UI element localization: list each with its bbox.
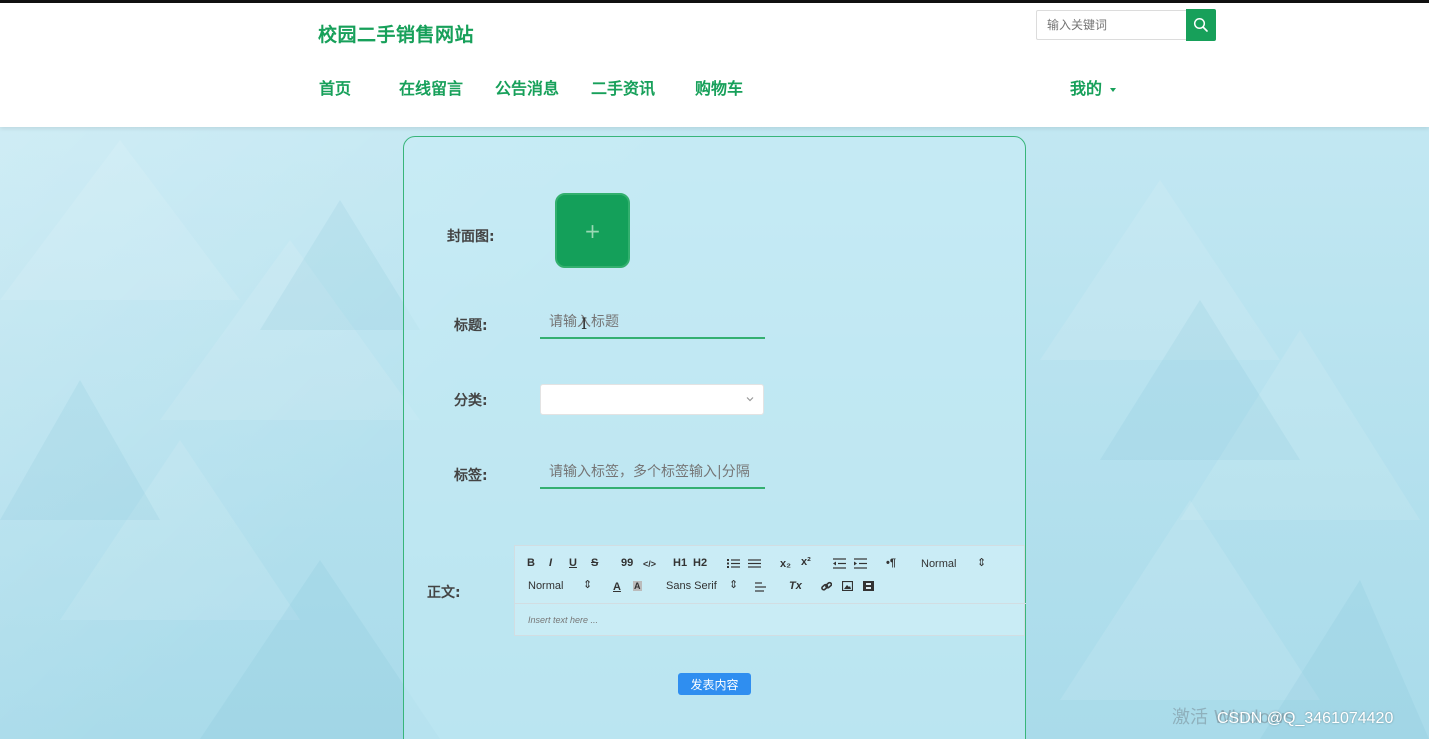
video-icon[interactable] xyxy=(863,581,874,591)
site-title[interactable]: 校园二手销售网站 xyxy=(318,20,474,47)
search-input[interactable] xyxy=(1036,10,1187,40)
tags-input[interactable] xyxy=(540,457,765,489)
text-direction-icon[interactable]: •¶ xyxy=(886,557,896,569)
code-block-button[interactable]: </> xyxy=(643,559,656,569)
nav-cart[interactable]: 购物车 xyxy=(695,75,743,99)
search-icon xyxy=(1193,17,1208,32)
header-select-arrows-icon: ⇕ xyxy=(977,557,987,569)
image-icon[interactable] xyxy=(842,581,853,591)
link-icon[interactable] xyxy=(821,581,832,592)
size-select[interactable]: Normal xyxy=(528,580,563,592)
size-select-arrows-icon: ⇕ xyxy=(583,579,593,591)
indent-icon[interactable] xyxy=(854,558,867,569)
clear-format-button[interactable]: Tx xyxy=(789,580,802,592)
cover-upload-button[interactable]: + xyxy=(555,193,630,268)
rich-text-editor: B I U S 99 </> H1 H2 x₂ x² •¶ Normal ⇕ N… xyxy=(514,545,1026,636)
site-header: 校园二手销售网站 首页 在线留言 公告消息 二手资讯 购物车 我的 xyxy=(0,3,1429,127)
plus-icon: + xyxy=(584,218,601,243)
nav-home[interactable]: 首页 xyxy=(319,75,351,99)
header-select[interactable]: Normal xyxy=(921,558,956,570)
ordered-list-icon[interactable] xyxy=(727,558,740,569)
tags-label: 标签: xyxy=(454,468,488,484)
bold-button[interactable]: B xyxy=(527,557,535,569)
title-input[interactable] xyxy=(540,307,765,339)
strike-button[interactable]: S xyxy=(591,557,598,569)
nav-news[interactable]: 二手资讯 xyxy=(591,75,655,99)
user-menu-label: 我的 xyxy=(1070,79,1103,98)
align-icon[interactable] xyxy=(755,582,766,592)
chevron-down-icon xyxy=(746,397,754,402)
font-select[interactable]: Sans Serif xyxy=(666,580,717,592)
body-label: 正文: xyxy=(427,585,461,601)
submit-button[interactable]: 发表内容 xyxy=(678,673,751,695)
blockquote-button[interactable]: 99 xyxy=(621,557,633,569)
text-cursor-icon: I xyxy=(581,314,588,333)
outdent-icon[interactable] xyxy=(833,558,846,569)
italic-button[interactable]: I xyxy=(549,557,552,569)
csdn-watermark: CSDN @Q_3461074420 xyxy=(1217,710,1394,727)
title-label: 标题: xyxy=(454,318,488,334)
nav-messages[interactable]: 在线留言 xyxy=(399,75,463,99)
editor-toolbar: B I U S 99 </> H1 H2 x₂ x² •¶ Normal ⇕ N… xyxy=(515,546,1026,604)
user-menu[interactable]: 我的 xyxy=(1070,75,1117,99)
bullet-list-icon[interactable] xyxy=(748,558,761,569)
subscript-button[interactable]: x₂ xyxy=(780,558,791,570)
category-select[interactable] xyxy=(540,384,764,415)
post-form-card xyxy=(403,136,1026,739)
font-select-arrows-icon: ⇕ xyxy=(729,579,739,591)
nav-announcements[interactable]: 公告消息 xyxy=(495,75,559,99)
search-button[interactable] xyxy=(1186,9,1216,41)
header2-button[interactable]: H2 xyxy=(693,557,707,569)
editor-content[interactable]: Insert text here ... xyxy=(528,615,598,625)
underline-button[interactable]: U xyxy=(569,557,577,569)
caret-down-icon xyxy=(1110,87,1117,92)
font-color-button[interactable]: A xyxy=(613,581,621,593)
background-color-button[interactable]: A xyxy=(633,581,642,591)
superscript-button[interactable]: x² xyxy=(801,556,811,568)
header1-button[interactable]: H1 xyxy=(673,557,687,569)
cover-label: 封面图: xyxy=(447,229,495,245)
category-label: 分类: xyxy=(454,393,488,409)
